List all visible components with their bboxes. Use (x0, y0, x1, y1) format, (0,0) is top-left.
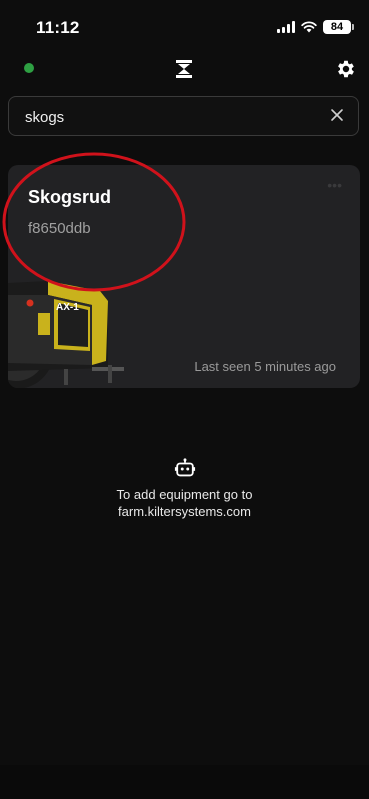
app-header (0, 54, 369, 88)
hint-line-1: To add equipment go to (116, 487, 253, 502)
wifi-icon (301, 21, 317, 33)
last-seen-text: Last seen 5 minutes ago (194, 359, 336, 374)
add-equipment-hint: To add equipment go to farm.kiltersystem… (0, 458, 369, 520)
equipment-name: Skogsrud (28, 187, 112, 207)
connection-status-dot (24, 63, 34, 73)
equipment-id: f8650ddb (28, 220, 91, 237)
close-icon[interactable] (330, 108, 344, 122)
battery-indicator: 84 (323, 20, 354, 34)
robot-icon (174, 458, 195, 477)
card-menu-icon: ••• (327, 177, 342, 193)
status-icons: 84 (277, 20, 354, 34)
search-field[interactable] (8, 96, 359, 137)
signal-icon (277, 21, 295, 33)
hourglass-logo-icon (176, 60, 192, 78)
equipment-image: AX-1 (8, 273, 133, 388)
status-bar: 11:12 84 (0, 0, 369, 54)
gear-icon[interactable] (335, 58, 357, 80)
hint-link[interactable]: farm.kiltersystems.com (0, 503, 369, 520)
bottom-bar (0, 765, 369, 799)
app-screen: 11:12 84 skogs AX-1 ••• Skogsrud f8650dd… (0, 0, 369, 799)
equipment-model-label: AX-1 (56, 302, 79, 313)
status-time: 11:12 (36, 18, 80, 37)
equipment-card[interactable]: AX-1 ••• Skogsrud f8650ddb Last seen 5 m… (8, 165, 360, 388)
search-input[interactable] (23, 97, 327, 137)
